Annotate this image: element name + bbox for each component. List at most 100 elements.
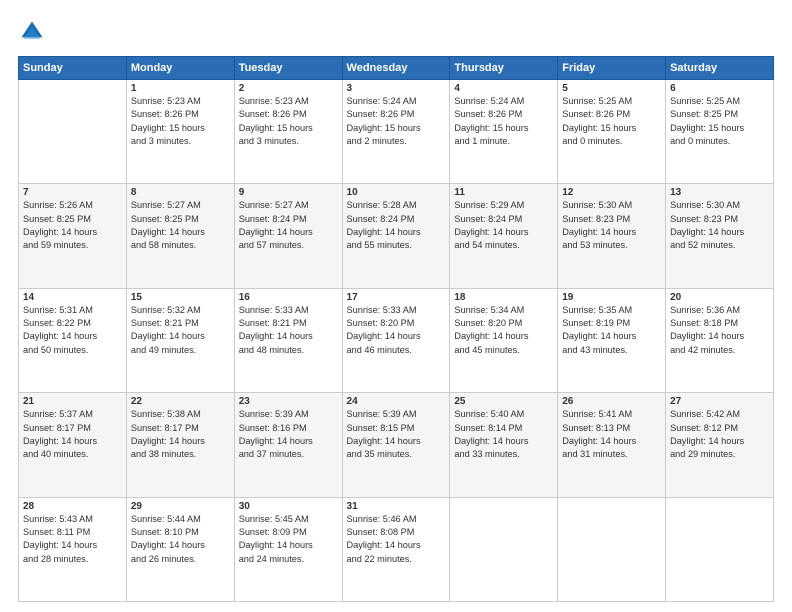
day-number: 10 xyxy=(347,187,446,198)
day-number: 2 xyxy=(239,83,338,94)
day-number: 24 xyxy=(347,396,446,407)
day-info: Sunrise: 5:43 AM Sunset: 8:11 PM Dayligh… xyxy=(23,513,122,566)
day-cell: 8Sunrise: 5:27 AM Sunset: 8:25 PM Daylig… xyxy=(126,184,234,288)
day-cell xyxy=(19,80,127,184)
day-cell: 15Sunrise: 5:32 AM Sunset: 8:21 PM Dayli… xyxy=(126,288,234,392)
logo xyxy=(18,18,50,46)
day-cell: 1Sunrise: 5:23 AM Sunset: 8:26 PM Daylig… xyxy=(126,80,234,184)
week-row: 14Sunrise: 5:31 AM Sunset: 8:22 PM Dayli… xyxy=(19,288,774,392)
day-info: Sunrise: 5:27 AM Sunset: 8:25 PM Dayligh… xyxy=(131,199,230,252)
day-info: Sunrise: 5:37 AM Sunset: 8:17 PM Dayligh… xyxy=(23,408,122,461)
day-cell: 11Sunrise: 5:29 AM Sunset: 8:24 PM Dayli… xyxy=(450,184,558,288)
day-number: 29 xyxy=(131,501,230,512)
day-number: 14 xyxy=(23,292,122,303)
day-cell: 28Sunrise: 5:43 AM Sunset: 8:11 PM Dayli… xyxy=(19,497,127,601)
day-info: Sunrise: 5:26 AM Sunset: 8:25 PM Dayligh… xyxy=(23,199,122,252)
day-cell: 26Sunrise: 5:41 AM Sunset: 8:13 PM Dayli… xyxy=(558,393,666,497)
day-number: 20 xyxy=(670,292,769,303)
logo-icon xyxy=(18,18,46,46)
page: SundayMondayTuesdayWednesdayThursdayFrid… xyxy=(0,0,792,612)
day-number: 8 xyxy=(131,187,230,198)
day-info: Sunrise: 5:29 AM Sunset: 8:24 PM Dayligh… xyxy=(454,199,553,252)
day-info: Sunrise: 5:39 AM Sunset: 8:16 PM Dayligh… xyxy=(239,408,338,461)
week-row: 28Sunrise: 5:43 AM Sunset: 8:11 PM Dayli… xyxy=(19,497,774,601)
day-number: 27 xyxy=(670,396,769,407)
header xyxy=(18,18,774,46)
col-header-wednesday: Wednesday xyxy=(342,57,450,80)
day-cell: 22Sunrise: 5:38 AM Sunset: 8:17 PM Dayli… xyxy=(126,393,234,497)
day-info: Sunrise: 5:33 AM Sunset: 8:21 PM Dayligh… xyxy=(239,304,338,357)
day-cell: 27Sunrise: 5:42 AM Sunset: 8:12 PM Dayli… xyxy=(666,393,774,497)
day-cell: 18Sunrise: 5:34 AM Sunset: 8:20 PM Dayli… xyxy=(450,288,558,392)
day-info: Sunrise: 5:27 AM Sunset: 8:24 PM Dayligh… xyxy=(239,199,338,252)
day-number: 7 xyxy=(23,187,122,198)
day-cell xyxy=(666,497,774,601)
day-info: Sunrise: 5:24 AM Sunset: 8:26 PM Dayligh… xyxy=(454,95,553,148)
day-number: 22 xyxy=(131,396,230,407)
day-cell: 31Sunrise: 5:46 AM Sunset: 8:08 PM Dayli… xyxy=(342,497,450,601)
day-cell: 2Sunrise: 5:23 AM Sunset: 8:26 PM Daylig… xyxy=(234,80,342,184)
day-number: 11 xyxy=(454,187,553,198)
day-info: Sunrise: 5:44 AM Sunset: 8:10 PM Dayligh… xyxy=(131,513,230,566)
day-number: 25 xyxy=(454,396,553,407)
day-info: Sunrise: 5:36 AM Sunset: 8:18 PM Dayligh… xyxy=(670,304,769,357)
day-info: Sunrise: 5:25 AM Sunset: 8:25 PM Dayligh… xyxy=(670,95,769,148)
day-cell xyxy=(450,497,558,601)
day-info: Sunrise: 5:32 AM Sunset: 8:21 PM Dayligh… xyxy=(131,304,230,357)
day-number: 3 xyxy=(347,83,446,94)
day-number: 17 xyxy=(347,292,446,303)
day-number: 23 xyxy=(239,396,338,407)
day-number: 19 xyxy=(562,292,661,303)
day-info: Sunrise: 5:45 AM Sunset: 8:09 PM Dayligh… xyxy=(239,513,338,566)
day-info: Sunrise: 5:25 AM Sunset: 8:26 PM Dayligh… xyxy=(562,95,661,148)
day-info: Sunrise: 5:33 AM Sunset: 8:20 PM Dayligh… xyxy=(347,304,446,357)
day-number: 13 xyxy=(670,187,769,198)
day-number: 28 xyxy=(23,501,122,512)
day-cell: 20Sunrise: 5:36 AM Sunset: 8:18 PM Dayli… xyxy=(666,288,774,392)
col-header-thursday: Thursday xyxy=(450,57,558,80)
day-cell: 17Sunrise: 5:33 AM Sunset: 8:20 PM Dayli… xyxy=(342,288,450,392)
day-info: Sunrise: 5:28 AM Sunset: 8:24 PM Dayligh… xyxy=(347,199,446,252)
week-row: 1 Sunrise: 5:23 AM Sunset: 8:26 PM Daylig… xyxy=(19,80,774,184)
day-info: Sunrise: 5:46 AM Sunset: 8:08 PM Dayligh… xyxy=(347,513,446,566)
day-cell: 19Sunrise: 5:35 AM Sunset: 8:19 PM Dayli… xyxy=(558,288,666,392)
day-cell: 21Sunrise: 5:37 AM Sunset: 8:17 PM Dayli… xyxy=(19,393,127,497)
col-header-tuesday: Tuesday xyxy=(234,57,342,80)
day-cell: 3Sunrise: 5:24 AM Sunset: 8:26 PM Daylig… xyxy=(342,80,450,184)
col-header-saturday: Saturday xyxy=(666,57,774,80)
day-cell: 4Sunrise: 5:24 AM Sunset: 8:26 PM Daylig… xyxy=(450,80,558,184)
week-row: 21Sunrise: 5:37 AM Sunset: 8:17 PM Dayli… xyxy=(19,393,774,497)
day-cell: 6Sunrise: 5:25 AM Sunset: 8:25 PM Daylig… xyxy=(666,80,774,184)
day-cell: 13Sunrise: 5:30 AM Sunset: 8:23 PM Dayli… xyxy=(666,184,774,288)
day-info: Sunrise: 5:42 AM Sunset: 8:12 PM Dayligh… xyxy=(670,408,769,461)
day-info: Sunrise: 5:30 AM Sunset: 8:23 PM Dayligh… xyxy=(670,199,769,252)
day-info: Sunrise: 5:30 AM Sunset: 8:23 PM Dayligh… xyxy=(562,199,661,252)
day-info: Sunrise: 5:24 AM Sunset: 8:26 PM Dayligh… xyxy=(347,95,446,148)
day-number: 1 xyxy=(131,83,230,94)
col-header-sunday: Sunday xyxy=(19,57,127,80)
day-info: Sunrise: 5:40 AM Sunset: 8:14 PM Dayligh… xyxy=(454,408,553,461)
day-info: Sunrise: 5:34 AM Sunset: 8:20 PM Dayligh… xyxy=(454,304,553,357)
day-cell: 30Sunrise: 5:45 AM Sunset: 8:09 PM Dayli… xyxy=(234,497,342,601)
col-header-monday: Monday xyxy=(126,57,234,80)
day-cell: 25Sunrise: 5:40 AM Sunset: 8:14 PM Dayli… xyxy=(450,393,558,497)
day-number: 21 xyxy=(23,396,122,407)
day-info: Sunrise: 5:39 AM Sunset: 8:15 PM Dayligh… xyxy=(347,408,446,461)
day-number: 5 xyxy=(562,83,661,94)
day-cell: 12Sunrise: 5:30 AM Sunset: 8:23 PM Dayli… xyxy=(558,184,666,288)
day-number: 16 xyxy=(239,292,338,303)
day-number: 26 xyxy=(562,396,661,407)
day-number: 30 xyxy=(239,501,338,512)
col-header-friday: Friday xyxy=(558,57,666,80)
day-info: Sunrise: 5:23 AM Sunset: 8:26 PM Dayligh… xyxy=(239,95,338,148)
day-cell: 5Sunrise: 5:25 AM Sunset: 8:26 PM Daylig… xyxy=(558,80,666,184)
day-cell: 14Sunrise: 5:31 AM Sunset: 8:22 PM Dayli… xyxy=(19,288,127,392)
day-cell: 23Sunrise: 5:39 AM Sunset: 8:16 PM Dayli… xyxy=(234,393,342,497)
day-cell: 9Sunrise: 5:27 AM Sunset: 8:24 PM Daylig… xyxy=(234,184,342,288)
day-number: 12 xyxy=(562,187,661,198)
day-number: 31 xyxy=(347,501,446,512)
day-cell: 10Sunrise: 5:28 AM Sunset: 8:24 PM Dayli… xyxy=(342,184,450,288)
calendar-table: SundayMondayTuesdayWednesdayThursdayFrid… xyxy=(18,56,774,602)
day-cell xyxy=(558,497,666,601)
day-number: 4 xyxy=(454,83,553,94)
